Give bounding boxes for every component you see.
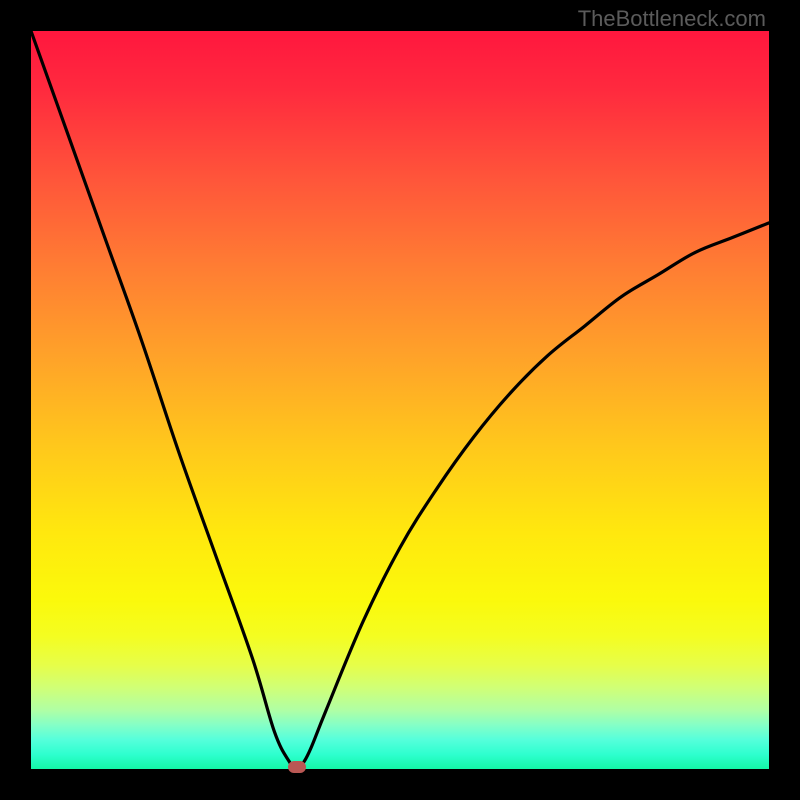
chart-frame: TheBottleneck.com [0,0,800,800]
plot-area [31,31,769,769]
minimum-marker [288,761,306,773]
bottleneck-curve [31,31,769,769]
attribution-text: TheBottleneck.com [578,6,766,32]
